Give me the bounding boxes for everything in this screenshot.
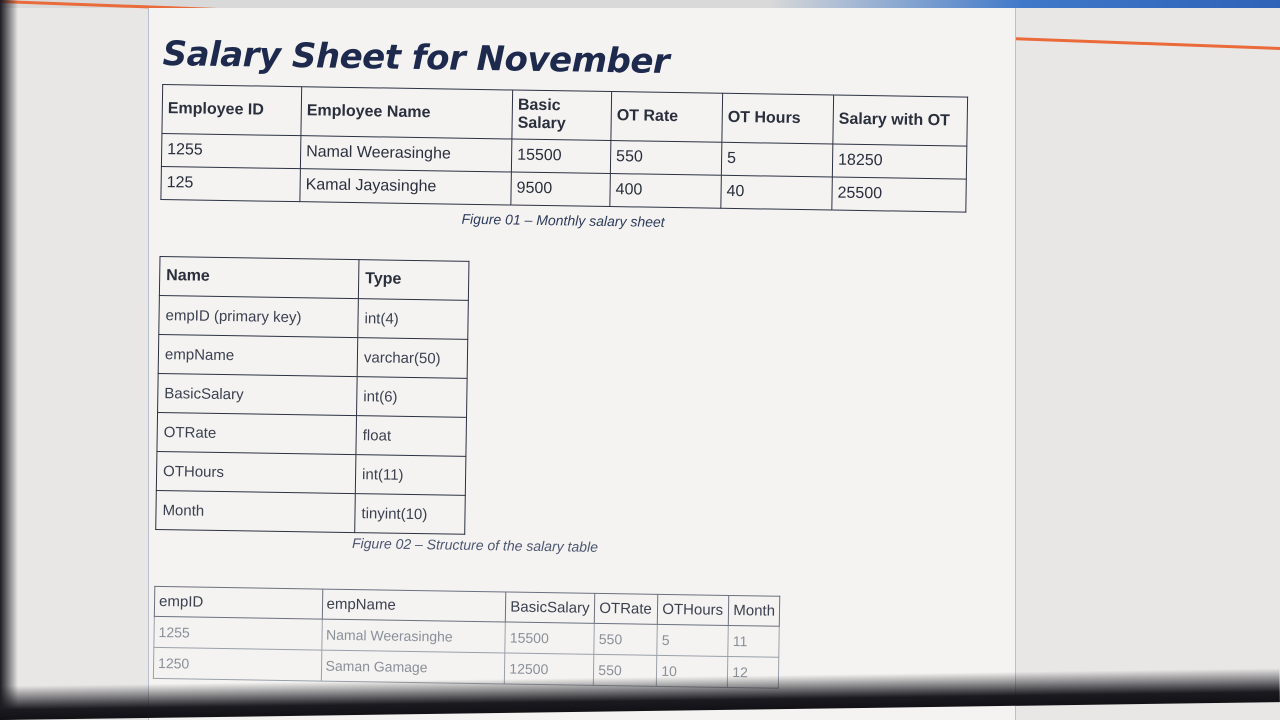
table-cell: 550 [610, 140, 722, 176]
column-header: Month [728, 595, 780, 627]
column-header: empName [321, 589, 507, 622]
column-header: OT Rate [610, 91, 723, 143]
column-header: Employee Name [300, 86, 513, 139]
table-cell: Month [155, 490, 356, 533]
table-cell: 11 [728, 625, 780, 658]
salary-sheet-table: Employee ID Employee Name Basic Salary O… [160, 84, 968, 213]
table-cell: 5 [657, 624, 729, 657]
table-cell: OTHours [156, 451, 356, 494]
table-cell: 125 [160, 166, 301, 202]
table-cell: 15500 [511, 138, 611, 174]
table-cell: int(6) [356, 376, 468, 418]
monitor-bezel-left [0, 0, 18, 720]
table-cell: tinyint(10) [354, 493, 466, 535]
table-cell: 550 [594, 623, 658, 656]
table-cell: 1250 [153, 647, 322, 682]
table-cell: 400 [609, 173, 722, 209]
table-cell: 1255 [153, 616, 322, 651]
table-cell: Namal Weerasinghe [321, 619, 506, 653]
column-header: BasicSalary [505, 591, 596, 624]
column-header: Employee ID [161, 84, 302, 136]
document-page: Salary Sheet for November Employee ID Em… [148, 8, 1016, 720]
column-header: Name [159, 256, 359, 299]
table-cell: varchar(50) [357, 337, 468, 379]
column-header: Salary with OT [832, 95, 968, 147]
table-cell: 15500 [505, 621, 595, 655]
table-cell: Kamal Jayasinghe [299, 168, 512, 205]
table-header-row: Name Type [159, 256, 469, 301]
table-cell: 18250 [832, 144, 967, 180]
document-content: Salary Sheet for November Employee ID Em… [153, 34, 1003, 692]
table-row: OTHours int(11) [156, 451, 466, 496]
table-row: empName varchar(50) [158, 334, 468, 379]
structure-table: Name Type empID (primary key) int(4) emp… [155, 256, 469, 535]
table-cell: 1255 [161, 133, 301, 169]
table-cell: 25500 [831, 177, 967, 213]
table-row: BasicSalary int(6) [157, 373, 468, 418]
table-row: empID (primary key) int(4) [158, 295, 469, 340]
table-cell: Namal Weerasinghe [300, 135, 512, 172]
column-header: OTHours [657, 594, 730, 626]
table-cell: int(11) [355, 454, 466, 496]
column-header: OT Hours [721, 93, 834, 145]
table-cell: BasicSalary [157, 373, 358, 416]
table-cell: empID (primary key) [158, 295, 359, 338]
table-cell: 5 [721, 142, 833, 178]
table-row: Month tinyint(10) [155, 490, 466, 535]
table-row: OTRate float [156, 412, 467, 457]
table-cell: float [355, 415, 467, 457]
figure-caption: Figure 02 – Structure of the salary tabl… [351, 535, 599, 555]
table-cell: empName [158, 334, 358, 377]
column-header: OTRate [594, 593, 659, 625]
salary-records-table: empID empName BasicSalary OTRate OTHours… [153, 586, 780, 689]
column-header: Type [358, 259, 469, 301]
table-cell: 9500 [510, 171, 611, 207]
column-header: empID [154, 586, 323, 620]
table-cell: int(4) [357, 298, 469, 340]
table-cell: 40 [720, 175, 833, 211]
table-cell: OTRate [156, 412, 357, 455]
page-title: Salary Sheet for November [162, 34, 670, 82]
column-header: Basic Salary [511, 89, 612, 141]
